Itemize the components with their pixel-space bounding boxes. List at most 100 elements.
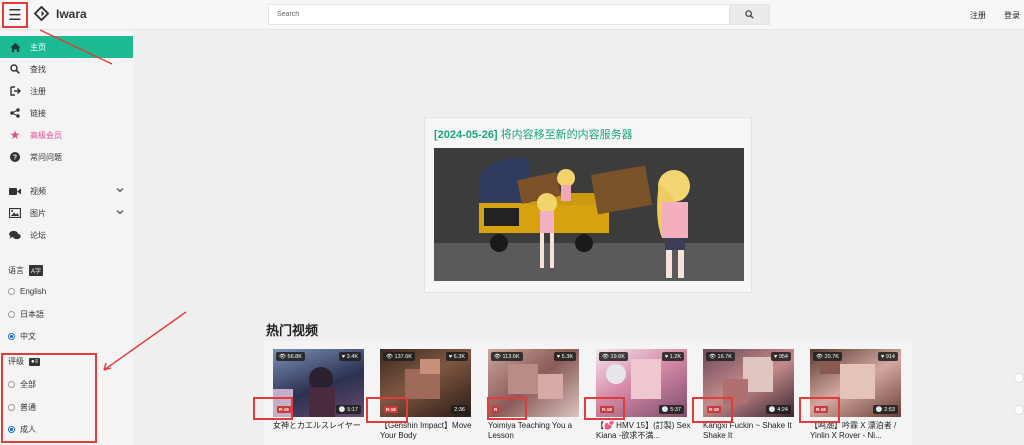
register-link[interactable]: 注册	[970, 10, 986, 21]
sidebar-item-label: 注册	[30, 86, 46, 96]
sign-in-icon	[9, 85, 21, 97]
views-count: 113.6K	[502, 353, 520, 360]
sidebar-item-label: 链接	[30, 108, 46, 118]
carousel-next-button[interactable]	[1014, 405, 1024, 415]
menu-toggle-button[interactable]: ☰	[2, 2, 28, 28]
views-count: 137.6K	[394, 353, 412, 360]
announcement-image	[434, 148, 744, 281]
language-option-english[interactable]: English	[8, 287, 46, 296]
sidebar-item-faq[interactable]: ? 常问问题	[0, 146, 133, 168]
likes-badge: ♥ 914	[878, 352, 898, 361]
radio-button[interactable]	[8, 288, 15, 295]
views-count: 20.7K	[824, 353, 839, 360]
language-badge-icon: A字	[29, 265, 44, 276]
home-icon	[9, 41, 21, 53]
duration-badge: 🕓 2:53	[872, 405, 898, 414]
likes-count: 914	[885, 353, 895, 360]
video-camera-icon	[9, 185, 21, 197]
sidebar-item-images[interactable]: 图片	[0, 202, 133, 224]
sidebar-item-label: 查找	[30, 64, 46, 74]
star-icon: ★	[9, 128, 21, 142]
views-badge: 👁 19.6K	[599, 352, 628, 361]
radio-label: 中文	[20, 332, 36, 341]
announcement-date: [2024-05-26]	[434, 129, 498, 141]
language-label: 语言	[8, 266, 24, 275]
duration-text: 5:17	[347, 406, 358, 413]
likes-badge: ♥ 5.3K	[553, 352, 576, 361]
annotation-highlight-box	[487, 397, 527, 420]
views-count: 19.6K	[610, 353, 625, 360]
diamond-logo-icon[interactable]	[34, 6, 49, 21]
likes-count: 6.3K	[453, 353, 465, 360]
search-input[interactable]	[269, 5, 729, 24]
annotation-highlight-box	[584, 397, 625, 420]
sidebar-item-register[interactable]: 注册	[0, 80, 133, 102]
video-title[interactable]: 【Genshin Impact】Move Your Body	[380, 421, 475, 445]
annotation-highlight-box	[692, 397, 733, 423]
views-badge: 👁 16.7K	[706, 352, 735, 361]
radio-button-selected[interactable]	[8, 333, 15, 340]
search-bar	[268, 4, 770, 25]
views-badge: 👁 137.6K	[383, 352, 415, 361]
duration-text: 2:36	[454, 406, 465, 413]
radio-label: English	[20, 287, 47, 296]
search-icon	[9, 63, 21, 75]
comments-icon	[9, 229, 21, 241]
likes-count: 1.2K	[669, 353, 681, 360]
duration-text: 2:53	[884, 406, 895, 413]
login-link[interactable]: 登录	[1004, 10, 1020, 21]
site-logo-text[interactable]: Iwara	[56, 7, 87, 21]
radio-button[interactable]	[8, 311, 15, 318]
sidebar-item-forum[interactable]: 论坛	[0, 224, 133, 246]
duration-badge: 🕓 5:17	[335, 405, 361, 414]
chevron-down-icon[interactable]	[116, 186, 124, 194]
search-button[interactable]	[729, 5, 769, 24]
video-title[interactable]: Kangxi Fuckin ~ Shake It Shake It	[703, 421, 798, 445]
views-badge: 👁 56.8K	[276, 352, 305, 361]
video-title[interactable]: 【💕 HMV 15】(訂製) Sex Kiana -欲求不満...	[596, 421, 691, 445]
sidebar-item-videos[interactable]: 视频	[0, 180, 133, 202]
duration-text: 4:24	[777, 406, 788, 413]
sidebar-item-label: 论坛	[30, 230, 46, 240]
sidebar-item-label: 常问问题	[30, 152, 62, 162]
share-icon	[9, 107, 21, 119]
announcement-title[interactable]: [2024-05-26] 将内容移至新的内容服务器	[434, 126, 633, 142]
likes-badge: ♥ 954	[771, 352, 791, 361]
announcement-card[interactable]: [2024-05-26] 将内容移至新的内容服务器	[424, 117, 752, 293]
radio-label: 日本語	[20, 310, 44, 319]
hamburger-icon: ☰	[8, 7, 22, 24]
carousel-next-button[interactable]	[1014, 373, 1024, 383]
sidebar-item-links[interactable]: 链接	[0, 102, 133, 124]
duration-badge: 🕓 4:24	[765, 405, 791, 414]
views-badge: 👁 113.6K	[491, 352, 523, 361]
likes-count: 3.4K	[346, 353, 358, 360]
likes-badge: ♥ 1.2K	[661, 352, 684, 361]
language-option-chinese[interactable]: 中文	[8, 331, 36, 342]
likes-badge: ♥ 3.4K	[338, 352, 361, 361]
annotation-highlight-box	[253, 397, 293, 420]
chevron-down-icon[interactable]	[116, 208, 124, 216]
question-circle-icon: ?	[9, 151, 21, 163]
image-icon	[9, 207, 21, 219]
likes-count: 5.3K	[561, 353, 573, 360]
duration-badge: 🕓 5:37	[658, 405, 684, 414]
video-title[interactable]: 女神とカエルスレイヤー	[273, 421, 368, 445]
likes-badge: ♥ 6.3K	[445, 352, 468, 361]
video-title[interactable]: Yoimiya Teaching You a Lesson	[488, 421, 583, 445]
svg-text:?: ?	[13, 155, 17, 162]
sidebar-item-label: 主页	[30, 42, 46, 52]
sidebar-item-label: 图片	[30, 208, 46, 218]
duration-text: 5:37	[670, 406, 681, 413]
sidebar-item-home[interactable]: 主页	[0, 36, 133, 58]
language-section-label: 语言 A字	[8, 265, 44, 276]
duration-badge: 2:36	[451, 405, 468, 414]
annotation-highlight-box	[1, 353, 97, 443]
announcement-text: 将内容移至新的内容服务器	[500, 129, 633, 141]
sidebar-item-search[interactable]: 查找	[0, 58, 133, 80]
video-title[interactable]: 【鸣潮】吟霖 X 漂泊者 / Yinlin X Rover - Ni...	[810, 421, 905, 445]
sidebar-item-label: 视频	[30, 186, 46, 196]
sidebar-item-premium[interactable]: ★ 高级会员	[0, 124, 133, 146]
popular-videos-heading: 热门视频	[266, 323, 319, 338]
views-badge: 👁 20.7K	[813, 352, 842, 361]
language-option-japanese[interactable]: 日本語	[8, 309, 44, 320]
